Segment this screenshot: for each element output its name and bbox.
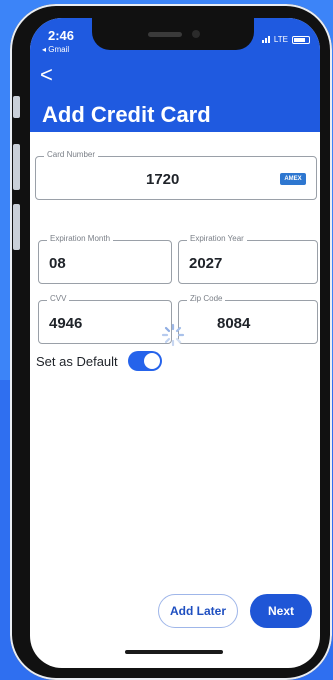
set-default-toggle[interactable] bbox=[128, 351, 162, 371]
page-title: Add Credit Card bbox=[42, 102, 211, 127]
cvv-label: CVV bbox=[47, 294, 70, 303]
speaker-icon bbox=[148, 32, 182, 37]
camera-icon bbox=[192, 30, 200, 38]
expiration-year-label: Expiration Year bbox=[187, 234, 247, 243]
home-indicator[interactable] bbox=[125, 650, 223, 654]
next-button[interactable]: Next bbox=[250, 594, 312, 628]
battery-icon bbox=[292, 35, 310, 44]
zip-code-label: Zip Code bbox=[187, 294, 226, 303]
status-back-to-app[interactable]: ◂ Gmail bbox=[42, 45, 69, 54]
cvv-value: 4946 bbox=[49, 315, 83, 332]
card-number-label: Card Number bbox=[44, 150, 99, 159]
status-time: 2:46 bbox=[48, 28, 75, 43]
zip-code-value: 8084 bbox=[217, 315, 251, 332]
card-number-field[interactable]: Card Number 1720 AMEX bbox=[35, 150, 317, 200]
loading-spinner-icon bbox=[161, 323, 185, 347]
status-indicators: LTE bbox=[261, 35, 310, 44]
phone-screen: 2:46 ◂ Gmail LTE < Add Credit Card Card … bbox=[30, 18, 320, 668]
device-notch bbox=[92, 18, 254, 50]
add-later-button[interactable]: Add Later bbox=[158, 594, 238, 628]
cvv-field[interactable]: CVV 4946 bbox=[38, 294, 172, 344]
expiration-month-value: 08 bbox=[49, 255, 66, 272]
volume-down-button bbox=[13, 204, 20, 250]
volume-up-button bbox=[13, 144, 20, 190]
expiration-month-field[interactable]: Expiration Month 08 bbox=[38, 234, 172, 284]
zip-code-field[interactable]: Zip Code 8084 bbox=[178, 294, 318, 344]
card-number-value: 1720 bbox=[146, 171, 180, 188]
network-type: LTE bbox=[273, 35, 288, 44]
mute-switch bbox=[13, 96, 20, 118]
expiration-month-label: Expiration Month bbox=[47, 234, 114, 243]
toggle-knob bbox=[144, 353, 160, 369]
signal-icon bbox=[261, 36, 270, 43]
expiration-year-field[interactable]: Expiration Year 2027 bbox=[178, 234, 318, 284]
phone-frame: 2:46 ◂ Gmail LTE < Add Credit Card Card … bbox=[10, 4, 332, 680]
expiration-year-value: 2027 bbox=[189, 255, 223, 272]
set-default-label: Set as Default bbox=[36, 354, 118, 369]
back-chevron-icon[interactable]: < bbox=[40, 64, 53, 86]
amex-card-icon: AMEX bbox=[280, 173, 306, 185]
